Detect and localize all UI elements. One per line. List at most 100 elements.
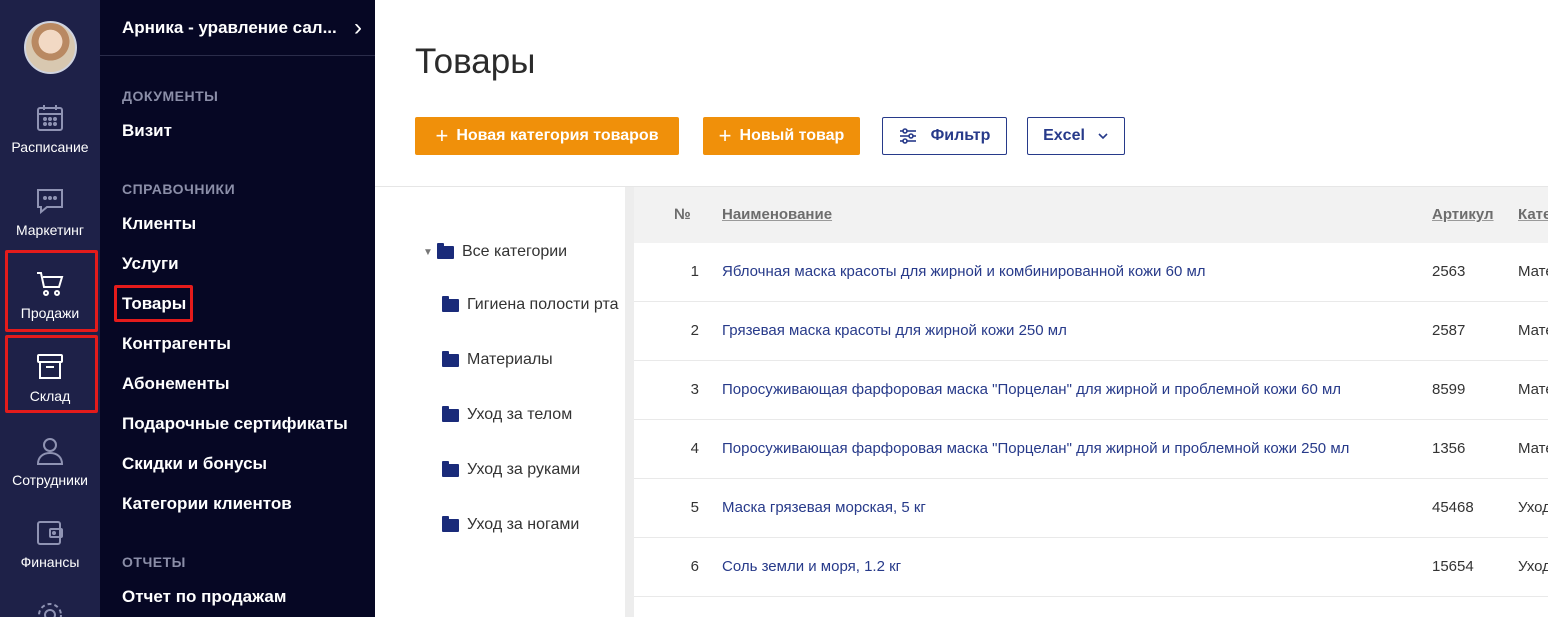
user-avatar[interactable]: [24, 21, 77, 74]
menu-section-title: СПРАВОЧНИКИ: [122, 181, 236, 197]
cell-article: 2587: [1432, 322, 1466, 339]
rail-item-marketing[interactable]: Маркетинг: [0, 184, 100, 238]
menu-item-visit[interactable]: Визит: [122, 121, 172, 141]
table-row[interactable]: 4 Поросуживающая фарфоровая маска "Порце…: [634, 420, 1548, 479]
product-name-link[interactable]: Яблочная маска красоты для жирной и комб…: [722, 263, 1206, 280]
cell-article: 15654: [1432, 558, 1474, 575]
cell-number: 6: [690, 558, 699, 575]
section-menu: Арника - уравление сал... › ДОКУМЕНТЫ Ви…: [100, 0, 375, 617]
column-header-category[interactable]: Кате: [1518, 206, 1548, 223]
button-label: Фильтр: [930, 127, 991, 144]
tree-item[interactable]: Уход за ногами: [442, 515, 580, 534]
cell-category: Мате: [1518, 381, 1548, 398]
menu-section-title: ОТЧЕТЫ: [122, 554, 186, 570]
new-category-button[interactable]: + Новая категория товаров: [415, 117, 679, 155]
tree-item[interactable]: Уход за руками: [442, 460, 581, 479]
product-name-link[interactable]: Поросуживающая фарфоровая маска "Порцела…: [722, 381, 1341, 398]
cell-number: 2: [690, 322, 699, 339]
cell-number: 4: [690, 440, 699, 457]
cell-category: Мате: [1518, 263, 1548, 280]
menu-item-clients[interactable]: Клиенты: [122, 214, 196, 234]
tree-item-label: Уход за ногами: [467, 516, 580, 533]
excel-dropdown-button[interactable]: Excel: [1027, 117, 1125, 155]
column-header-name[interactable]: Наименование: [722, 206, 832, 223]
product-name-link[interactable]: Соль земли и моря, 1.2 кг: [722, 558, 901, 575]
folder-icon: [437, 242, 454, 259]
cell-article: 45468: [1432, 499, 1474, 516]
chevron-right-icon: ›: [354, 13, 362, 41]
sliders-icon: [899, 128, 916, 144]
wallet-icon: [37, 521, 63, 545]
button-label: Новая категория товаров: [456, 127, 659, 144]
main-content: Товары + Новая категория товаров + Новый…: [375, 0, 1548, 617]
highlight-frame-products: [114, 285, 193, 322]
menu-item-gift-certificates[interactable]: Подарочные сертификаты: [122, 414, 348, 434]
tree-item-all[interactable]: ▼ Все категории: [423, 242, 568, 261]
product-name-link[interactable]: Маска грязевая морская, 5 кг: [722, 499, 926, 516]
product-name-link[interactable]: Поросуживающая фарфоровая маска "Порцела…: [722, 440, 1349, 457]
tree-item[interactable]: Материалы: [442, 350, 553, 369]
cell-category: Уход: [1518, 558, 1548, 575]
highlight-frame-warehouse: [5, 335, 98, 413]
folder-icon: [442, 295, 459, 312]
table-row[interactable]: 3 Поросуживающая фарфоровая маска "Порце…: [634, 361, 1548, 420]
menu-item-sales-report[interactable]: Отчет по продажам: [122, 587, 286, 607]
calendar-icon: [37, 105, 63, 131]
folder-icon: [442, 515, 459, 532]
tree-item-label: Уход за телом: [467, 406, 573, 423]
tree-item-label: Гигиена полости рта: [467, 296, 619, 313]
menu-item-client-categories[interactable]: Категории клиентов: [122, 494, 292, 514]
product-name-link[interactable]: Грязевая маска красоты для жирной кожи 2…: [722, 322, 1067, 339]
products-table: № Наименование Артикул Кате 1 Яблочная м…: [634, 187, 1548, 617]
column-header-number[interactable]: №: [674, 206, 691, 223]
divider: [100, 55, 375, 56]
tree-item-label: Уход за руками: [467, 461, 581, 478]
table-header: № Наименование Артикул Кате: [634, 187, 1548, 243]
folder-icon: [442, 460, 459, 477]
user-icon: [36, 438, 64, 465]
rail-label: Финансы: [20, 554, 80, 570]
cell-number: 5: [690, 499, 699, 516]
cell-category: Мате: [1518, 322, 1548, 339]
menu-item-discounts[interactable]: Скидки и бонусы: [122, 454, 267, 474]
new-product-button[interactable]: + Новый товар: [703, 117, 860, 155]
tree-item[interactable]: Уход за телом: [442, 405, 573, 424]
button-label: Excel: [1043, 127, 1085, 144]
menu-section-title: ДОКУМЕНТЫ: [122, 88, 219, 104]
chevron-down-icon: [1098, 133, 1108, 140]
org-switcher[interactable]: Арника - уравление сал... ›: [122, 0, 362, 55]
cell-number: 3: [690, 381, 699, 398]
filter-button[interactable]: Фильтр: [882, 117, 1007, 155]
cell-number: 1: [690, 263, 699, 280]
menu-item-subscriptions[interactable]: Абонементы: [122, 374, 230, 394]
rail-item-schedule[interactable]: Расписание: [0, 101, 100, 155]
menu-item-counterparties[interactable]: Контрагенты: [122, 334, 231, 354]
table-row[interactable]: 2 Грязевая маска красоты для жирной кожи…: [634, 302, 1548, 361]
highlight-frame-sales: [5, 250, 98, 332]
table-row[interactable]: 5 Маска грязевая морская, 5 кг 45468 Ухо…: [634, 479, 1548, 538]
plus-icon: +: [435, 123, 449, 148]
rail-item-finance[interactable]: Финансы: [0, 516, 100, 570]
cell-category: Уход: [1518, 499, 1548, 516]
cell-article: 1356: [1432, 440, 1466, 457]
icon-rail: Расписание Маркетинг Продажи Склад Сотру…: [0, 0, 100, 617]
cell-category: Мате: [1518, 440, 1548, 457]
caret-down-icon: ▼: [423, 246, 433, 258]
folder-icon: [442, 350, 459, 367]
category-tree: ▼ Все категории Гигиена полости рта Мате…: [375, 187, 625, 617]
panel-splitter[interactable]: [625, 187, 634, 617]
folder-icon: [442, 405, 459, 422]
chat-icon: [37, 189, 63, 215]
rail-label: Маркетинг: [15, 222, 85, 238]
tree-item[interactable]: Гигиена полости рта: [442, 295, 619, 314]
rail-item-staff[interactable]: Сотрудники: [0, 434, 100, 488]
plus-icon: +: [718, 123, 732, 148]
rail-item-settings[interactable]: [0, 598, 100, 617]
page-title: Товары: [415, 42, 536, 81]
column-header-article[interactable]: Артикул: [1432, 206, 1494, 223]
table-row[interactable]: 1 Яблочная маска красоты для жирной и ко…: [634, 243, 1548, 302]
tree-item-label: Все категории: [462, 243, 568, 260]
table-row[interactable]: 6 Соль земли и моря, 1.2 кг 15654 Уход: [634, 538, 1548, 597]
gear-icon: [38, 603, 62, 617]
menu-item-services[interactable]: Услуги: [122, 254, 179, 274]
